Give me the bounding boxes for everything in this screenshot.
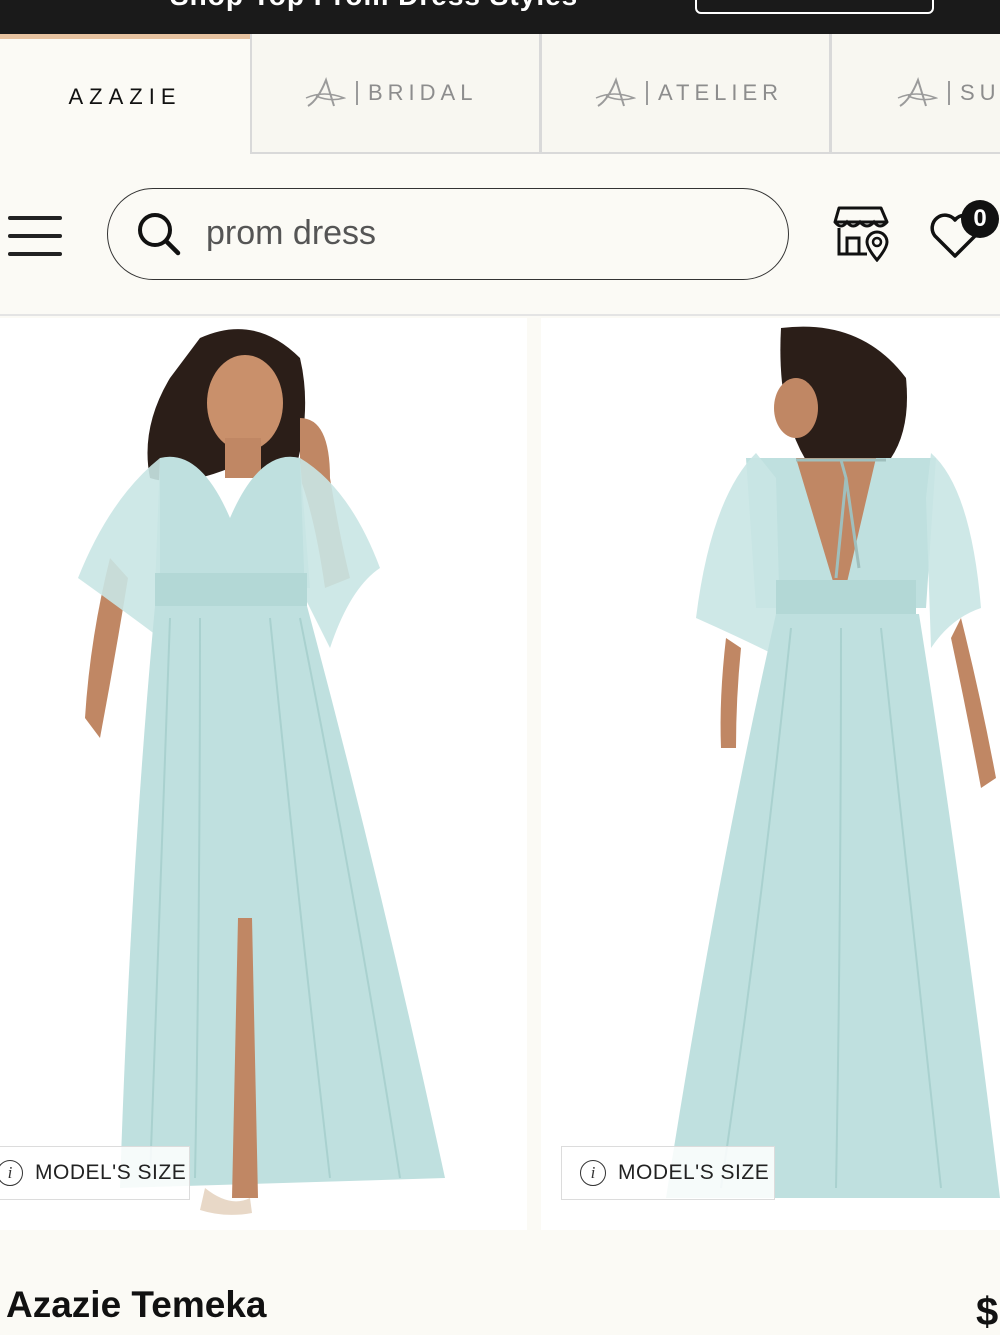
promo-banner: Shop Top Prom Dress Styles [0,0,1000,34]
dress-back-illustration [666,326,1000,1198]
search-bar[interactable] [107,188,789,280]
search-input[interactable] [206,205,746,261]
tab-atelier[interactable]: ATELIER [540,34,831,154]
promo-banner-text: Shop Top Prom Dress Styles [170,0,578,12]
tab-divider [948,81,950,105]
product-title: Azazie Temeka [6,1284,267,1325]
menu-icon[interactable] [8,216,62,258]
tab-azazie[interactable]: AZAZIE [0,34,250,154]
store-locator-icon[interactable] [833,204,893,262]
promo-shop-button[interactable] [695,0,934,14]
tab-suits[interactable]: SU [830,34,1000,154]
tab-atelier-label: ATELIER [658,80,784,105]
product-image-front[interactable]: i MODEL'S SIZE [0,318,527,1230]
model-size-label: MODEL'S SIZE [618,1161,770,1184]
search-icon[interactable] [134,209,184,259]
tab-suits-label: SU [960,80,1000,105]
tab-divider [646,81,648,105]
wishlist-count-badge: 0 [961,200,999,238]
model-size-button[interactable]: i MODEL'S SIZE [561,1146,775,1200]
model-size-button[interactable]: i MODEL'S SIZE [0,1146,190,1200]
tab-divider [356,81,358,105]
dress-front-illustration [78,329,445,1215]
tab-azazie-label: AZAZIE [68,83,182,109]
azazie-a-logo-icon [595,77,636,107]
azazie-a-logo-icon [897,77,938,107]
product-price: $ [976,1290,999,1334]
info-icon: i [580,1160,606,1186]
info-icon: i [0,1160,23,1186]
product-image-back[interactable]: i MODEL'S SIZE [541,318,1000,1230]
tab-bridal-label: BRIDAL [368,80,478,105]
azazie-a-logo-icon [305,77,346,107]
tab-bridal[interactable]: BRIDAL [250,34,541,154]
model-size-label: MODEL'S SIZE [35,1161,187,1184]
brand-tabs: AZAZIE BRIDAL ATELIER SU [0,34,1000,156]
site-header: 0 [0,156,1000,316]
